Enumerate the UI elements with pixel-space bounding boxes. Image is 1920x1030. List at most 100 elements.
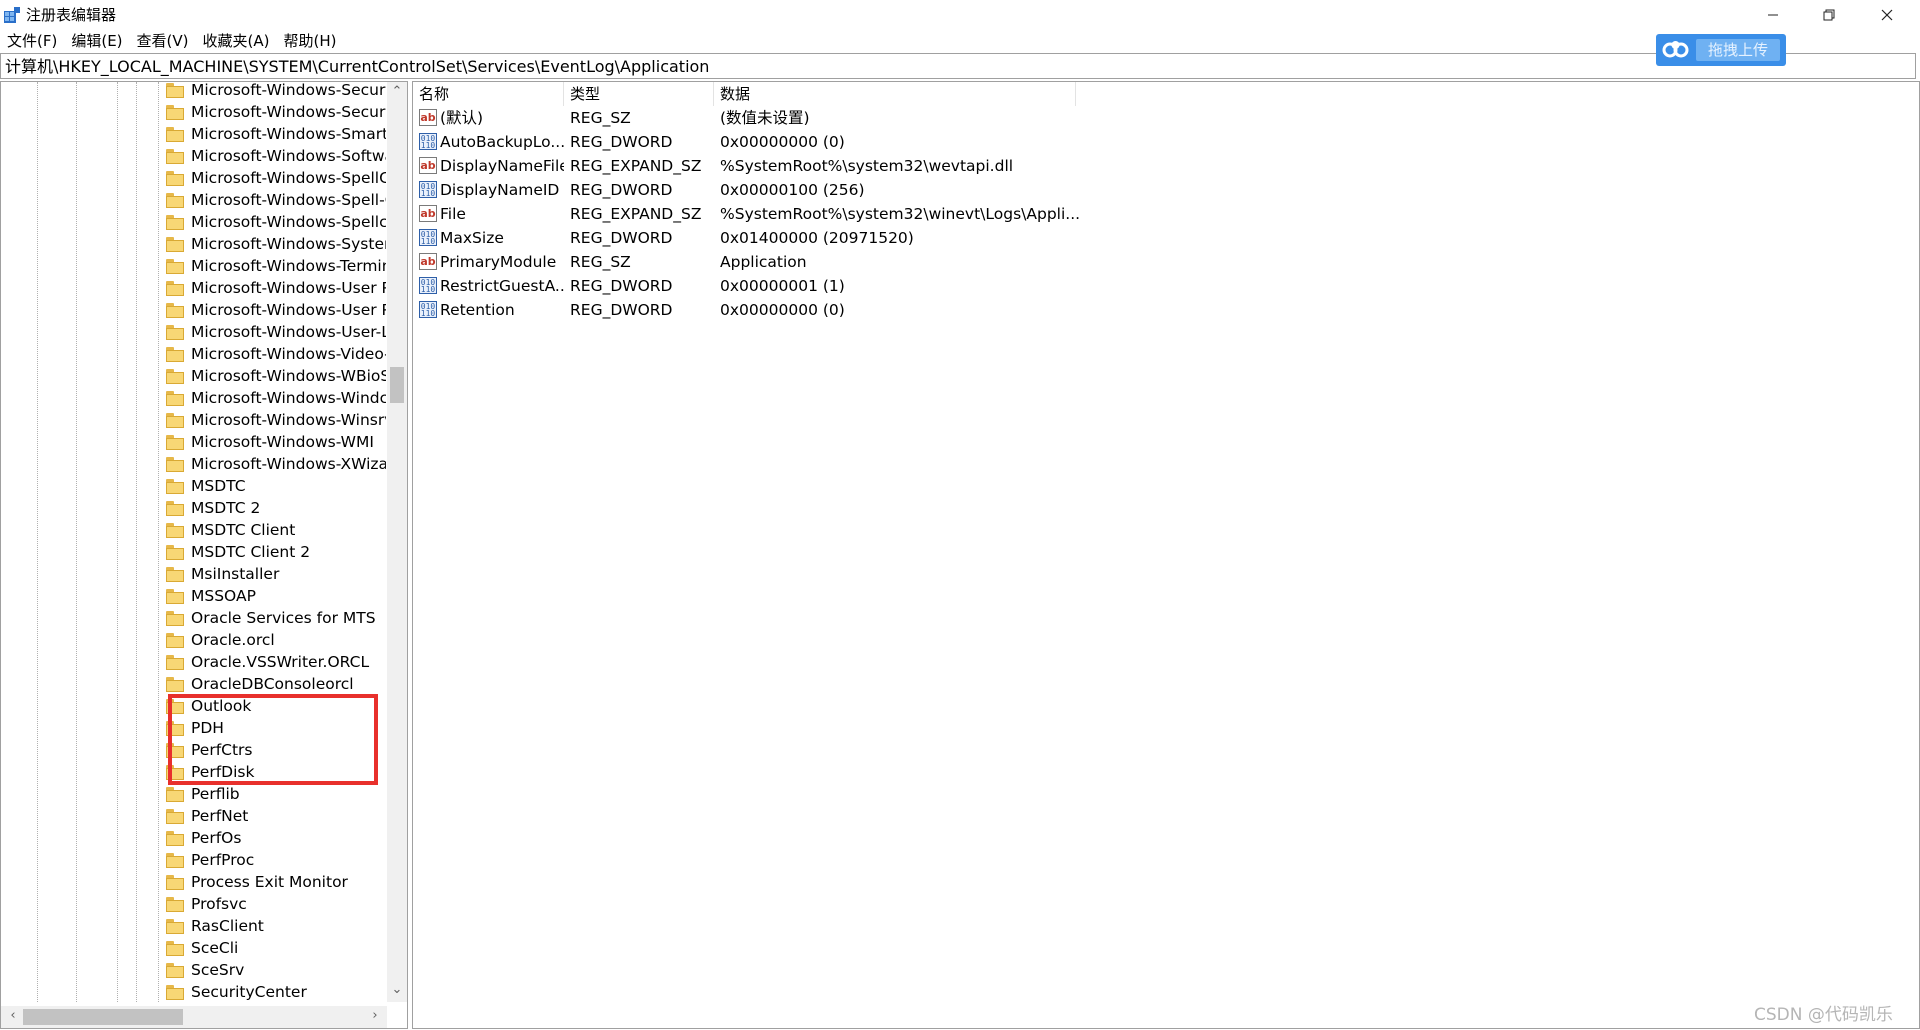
tree-item[interactable]: Microsoft-Windows-Syster (166, 233, 386, 255)
tree-item[interactable]: Oracle.orcl (166, 629, 386, 651)
tree-item[interactable]: Process Exit Monitor (166, 871, 386, 893)
menu-view[interactable]: 查看(V) (130, 30, 196, 52)
value-type: REG_DWORD (570, 277, 673, 295)
menu-favorites[interactable]: 收藏夹(A) (196, 30, 277, 52)
value-row[interactable]: ab File REG_EXPAND_SZ %SystemRoot%\system32… (413, 202, 1513, 226)
tree-item[interactable]: MSSOAP (166, 585, 386, 607)
tree-item[interactable]: PerfNet (166, 805, 386, 827)
value-row[interactable]: 010 110 MaxSize REG_DWORD 0x01400000 (209715… (413, 226, 1513, 250)
tree-item[interactable]: MSDTC Client (166, 519, 386, 541)
folder-icon (166, 434, 184, 450)
tree-item[interactable]: Oracle Services for MTS (166, 607, 386, 629)
tree-scroll-thumb[interactable] (390, 367, 404, 403)
folder-icon (166, 302, 184, 318)
scroll-down-arrow-icon[interactable]: ⌄ (387, 982, 407, 997)
value-data: 0x00000001 (1) (720, 277, 845, 295)
close-button[interactable] (1858, 0, 1916, 30)
menu-help[interactable]: 帮助(H) (276, 30, 343, 52)
tree-item-label: Oracle.orcl (191, 631, 275, 649)
column-header-name[interactable]: 名称 (413, 82, 564, 106)
tree-item[interactable]: Perflib (166, 783, 386, 805)
upload-label[interactable]: 拖拽上传 (1696, 39, 1780, 61)
tree-item[interactable]: Microsoft-Windows-Softwa (166, 145, 386, 167)
tree-item-label: MSSOAP (191, 587, 256, 605)
tree-item[interactable]: Microsoft-Windows-Termin (166, 255, 386, 277)
value-row[interactable]: 010 110 AutoBackupLo... REG_DWORD 0x00000000… (413, 130, 1513, 154)
minimize-button[interactable] (1744, 0, 1802, 30)
tree-item[interactable]: Oracle.VSSWriter.ORCL (166, 651, 386, 673)
tree-item[interactable]: MSDTC Client 2 (166, 541, 386, 563)
scroll-left-arrow-icon[interactable]: ‹ (3, 1008, 23, 1023)
tree-item[interactable]: Microsoft-Windows-XWiza (166, 453, 386, 475)
value-row[interactable]: ab DisplayNameFile REG_EXPAND_SZ %SystemRoo… (413, 154, 1513, 178)
tree-item[interactable]: MSDTC (166, 475, 386, 497)
tree-item[interactable]: Microsoft-Windows-User-L (166, 321, 386, 343)
folder-icon (166, 676, 184, 692)
value-row[interactable]: ab PrimaryModule REG_SZ Application (413, 250, 1513, 274)
menu-file[interactable]: 文件(F) (0, 30, 64, 52)
value-data: %SystemRoot%\system32\wevtapi.dll (720, 157, 1014, 175)
address-bar[interactable]: 计算机\HKEY_LOCAL_MACHINE\SYSTEM\CurrentCon… (0, 53, 1916, 79)
tree-vertical-scrollbar[interactable] (387, 82, 407, 1002)
tree-item-label: SceSrv (191, 961, 245, 979)
key-tree-pane[interactable]: Microsoft-Windows-Securi Microsoft-Window… (0, 81, 408, 1029)
folder-icon (166, 368, 184, 384)
tree-item[interactable]: Microsoft-Windows-Windc (166, 387, 386, 409)
folder-icon (166, 918, 184, 934)
tree-item[interactable]: SceCli (166, 937, 386, 959)
tree-item[interactable]: Microsoft-Windows-Smartc (166, 123, 386, 145)
tree-item-label: Microsoft-Windows-WBioS (191, 367, 386, 385)
tree-item[interactable]: OracleDBConsoleorcl (166, 673, 386, 695)
column-header-type[interactable]: 类型 (564, 82, 714, 106)
watermark: CSDN @代码凯乐 (1754, 1005, 1893, 1025)
tree-item[interactable]: Microsoft-Windows-SpellC (166, 167, 386, 189)
tree-hscroll-thumb[interactable] (23, 1009, 183, 1025)
tree-item[interactable]: MSDTC 2 (166, 497, 386, 519)
column-header-data[interactable]: 数据 (714, 82, 1076, 106)
tree-item-label: Microsoft-Windows-Softwa (191, 147, 386, 165)
window-title: 注册表编辑器 (26, 6, 117, 24)
tree-item[interactable]: Microsoft-Windows-User P (166, 299, 386, 321)
value-row[interactable]: 010 110 RestrictGuestA... REG_DWORD 0x000000… (413, 274, 1513, 298)
tree-item[interactable]: Microsoft-Windows-User P (166, 277, 386, 299)
folder-icon (166, 236, 184, 252)
folder-icon (166, 126, 184, 142)
menu-edit[interactable]: 编辑(E) (64, 30, 129, 52)
values-pane[interactable]: 名称 类型 数据 ab (默认) REG_SZ (数值未设置) 010 110 AutoBa… (412, 81, 1920, 1029)
value-name: MaxSize (440, 229, 504, 247)
restore-button[interactable] (1800, 0, 1858, 30)
tree-item-label: SceCli (191, 939, 239, 957)
tree-item[interactable]: Profsvc (166, 893, 386, 915)
tree-item[interactable]: PerfProc (166, 849, 386, 871)
tree-item[interactable]: Microsoft-Windows-Securi (166, 101, 386, 123)
tree-item[interactable]: RasClient (166, 915, 386, 937)
tree-item[interactable]: Microsoft-Windows-WMI (166, 431, 386, 453)
tree-item[interactable]: Microsoft-Windows-Video- (166, 343, 386, 365)
tree-item[interactable]: Microsoft-Windows-Winsrv (166, 409, 386, 431)
scroll-up-arrow-icon[interactable]: ⌃ (387, 84, 407, 99)
tree-item[interactable]: MsiInstaller (166, 563, 386, 585)
value-row[interactable]: ab (默认) REG_SZ (数值未设置) (413, 106, 1513, 130)
upload-widget[interactable]: 拖拽上传 (1656, 34, 1786, 66)
tree-item[interactable]: Microsoft-Windows-Spellc (166, 211, 386, 233)
tree-item[interactable]: SceSrv (166, 959, 386, 981)
value-type: REG_DWORD (570, 133, 673, 151)
value-name: PrimaryModule (440, 253, 557, 271)
tree-item[interactable]: Microsoft-Windows-Securi (166, 82, 386, 101)
tree-item-label: Microsoft-Windows-Syster (191, 235, 386, 253)
value-row[interactable]: 010 110 DisplayNameID REG_DWORD 0x00000100 (… (413, 178, 1513, 202)
binary-value-icon: 010 110 (419, 133, 437, 150)
folder-icon (166, 324, 184, 340)
value-row[interactable]: 010 110 Retention REG_DWORD 0x00000000 (0) (413, 298, 1513, 322)
registry-editor-icon (4, 7, 20, 23)
tree-item-label: Microsoft-Windows-Securi (191, 103, 386, 121)
value-type: REG_DWORD (570, 229, 673, 247)
tree-item[interactable]: SecurityCenter (166, 981, 386, 1003)
tree-guide-line (76, 82, 77, 1002)
tree-item[interactable]: Microsoft-Windows-Spell-C (166, 189, 386, 211)
tree-item[interactable]: Microsoft-Windows-WBioS (166, 365, 386, 387)
tree-item[interactable]: PerfOs (166, 827, 386, 849)
scroll-right-arrow-icon[interactable]: › (365, 1008, 385, 1023)
value-type: REG_EXPAND_SZ (570, 205, 702, 223)
binary-value-icon: 010 110 (419, 181, 437, 198)
